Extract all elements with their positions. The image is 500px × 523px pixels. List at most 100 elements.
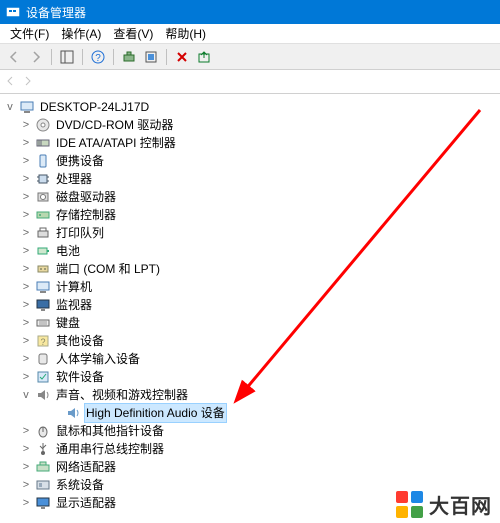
- tree-category[interactable]: >DVD/CD-ROM 驱动器: [2, 116, 498, 134]
- tree-item-label: 打印队列: [54, 224, 106, 242]
- chevron-right-icon[interactable]: >: [20, 278, 32, 296]
- chevron-right-icon[interactable]: >: [20, 170, 32, 188]
- tree-root[interactable]: v DESKTOP-24LJ17D: [2, 98, 498, 116]
- usb-icon: [35, 441, 51, 457]
- tree-device[interactable]: High Definition Audio 设备: [2, 404, 498, 422]
- menu-file[interactable]: 文件(F): [4, 23, 55, 44]
- tree-item-label: 鼠标和其他指针设备: [54, 422, 166, 440]
- titlebar: 设备管理器: [0, 0, 500, 24]
- menubar: 文件(F) 操作(A) 查看(V) 帮助(H): [0, 24, 500, 44]
- svg-text:?: ?: [40, 337, 45, 347]
- window-title: 设备管理器: [26, 4, 86, 21]
- logo-text: 大百网: [429, 490, 492, 519]
- chevron-right-icon[interactable]: >: [20, 188, 32, 206]
- other-icon: ?: [35, 333, 51, 349]
- chevron-down-icon[interactable]: v: [4, 98, 16, 116]
- menu-help[interactable]: 帮助(H): [159, 23, 212, 44]
- menu-action[interactable]: 操作(A): [55, 23, 107, 44]
- speaker-icon: [65, 405, 81, 421]
- tree-category[interactable]: v 声音、视频和游戏控制器: [2, 386, 498, 404]
- network-icon: [35, 459, 51, 475]
- chevron-right-icon[interactable]: >: [20, 422, 32, 440]
- separator: [113, 49, 114, 65]
- tree-item-label: 监视器: [54, 296, 94, 314]
- chevron-right-icon[interactable]: >: [20, 440, 32, 458]
- tree-item-label: 磁盘驱动器: [54, 188, 118, 206]
- address-bar: [0, 70, 500, 94]
- add-legacy-hardware-button[interactable]: [141, 47, 161, 67]
- tree-category[interactable]: > 存储控制器: [2, 206, 498, 224]
- chevron-right-icon[interactable]: >: [20, 224, 32, 242]
- svg-text:?: ?: [95, 53, 101, 64]
- scan-hardware-button[interactable]: [119, 47, 139, 67]
- tree-item-label: 便携设备: [54, 152, 106, 170]
- tree-category[interactable]: > 网络适配器: [2, 458, 498, 476]
- sound-icon: [35, 387, 51, 403]
- disk-icon: [35, 189, 51, 205]
- tree-category[interactable]: > 便携设备: [2, 152, 498, 170]
- tree-category[interactable]: > 人体学输入设备: [2, 350, 498, 368]
- chevron-right-icon[interactable]: >: [20, 458, 32, 476]
- mouse-icon: [35, 423, 51, 439]
- tree-item-label: 软件设备: [54, 368, 106, 386]
- tree-item-label: 声音、视频和游戏控制器: [54, 386, 190, 404]
- computer-icon: [35, 279, 51, 295]
- back-button[interactable]: [4, 47, 24, 67]
- chevron-right-icon[interactable]: >: [20, 368, 32, 386]
- battery-icon: [35, 243, 51, 259]
- logo-icon: [396, 491, 423, 518]
- separator: [166, 49, 167, 65]
- chevron-right-icon[interactable]: >: [20, 206, 32, 224]
- device-tree[interactable]: v DESKTOP-24LJ17D >DVD/CD-ROM 驱动器>IDE AT…: [0, 94, 500, 516]
- hid-icon: [35, 351, 51, 367]
- tree-item-label: 计算机: [54, 278, 94, 296]
- chevron-right-icon[interactable]: >: [20, 152, 32, 170]
- tree-category[interactable]: >? 其他设备: [2, 332, 498, 350]
- tree-category[interactable]: > IDE ATA/ATAPI 控制器: [2, 134, 498, 152]
- forward-button[interactable]: [26, 47, 46, 67]
- tree-item-label: 其他设备: [54, 332, 106, 350]
- monitor-icon: [35, 297, 51, 313]
- show-hide-tree-button[interactable]: [57, 47, 77, 67]
- chevron-right-icon[interactable]: >: [20, 260, 32, 278]
- chevron-right-icon[interactable]: >: [20, 332, 32, 350]
- tree-item-label: 存储控制器: [54, 206, 118, 224]
- tree-category[interactable]: > 打印队列: [2, 224, 498, 242]
- tree-item-label: 人体学输入设备: [54, 350, 142, 368]
- chevron-right-icon[interactable]: >: [20, 134, 32, 152]
- printq-icon: [35, 225, 51, 241]
- watermark-logo: 大百网: [396, 490, 492, 519]
- chevron-right-icon[interactable]: >: [20, 116, 32, 134]
- tree-category[interactable]: > 计算机: [2, 278, 498, 296]
- tree-item-label: 端口 (COM 和 LPT): [54, 260, 162, 278]
- chevron-right-icon[interactable]: >: [20, 314, 32, 332]
- chevron-right-icon[interactable]: >: [20, 476, 32, 494]
- storage-icon: [35, 207, 51, 223]
- chevron-right-icon[interactable]: >: [20, 242, 32, 260]
- display-icon: [35, 495, 51, 511]
- separator: [51, 49, 52, 65]
- menu-view[interactable]: 查看(V): [107, 23, 159, 44]
- help-button[interactable]: ?: [88, 47, 108, 67]
- chevron-right-icon[interactable]: >: [20, 296, 32, 314]
- chevron-down-icon[interactable]: v: [20, 386, 32, 404]
- chevron-right-icon[interactable]: >: [20, 494, 32, 512]
- update-driver-button[interactable]: [194, 47, 214, 67]
- tree-category[interactable]: > 通用串行总线控制器: [2, 440, 498, 458]
- tree-category[interactable]: > 磁盘驱动器: [2, 188, 498, 206]
- port-icon: [35, 261, 51, 277]
- tree-category[interactable]: > 鼠标和其他指针设备: [2, 422, 498, 440]
- tree-item-label: IDE ATA/ATAPI 控制器: [54, 134, 178, 152]
- tree-category[interactable]: > 软件设备: [2, 368, 498, 386]
- tree-category[interactable]: > 端口 (COM 和 LPT): [2, 260, 498, 278]
- tree-item-label: High Definition Audio 设备: [84, 403, 227, 423]
- tree-item-label: 通用串行总线控制器: [54, 440, 166, 458]
- tree-category[interactable]: >电池: [2, 242, 498, 260]
- tree-category[interactable]: >处理器: [2, 170, 498, 188]
- tree-category[interactable]: > 监视器: [2, 296, 498, 314]
- chevron-right-icon[interactable]: >: [20, 350, 32, 368]
- uninstall-button[interactable]: [172, 47, 192, 67]
- tree-item-label: 网络适配器: [54, 458, 118, 476]
- cpu-icon: [35, 171, 51, 187]
- tree-category[interactable]: >键盘: [2, 314, 498, 332]
